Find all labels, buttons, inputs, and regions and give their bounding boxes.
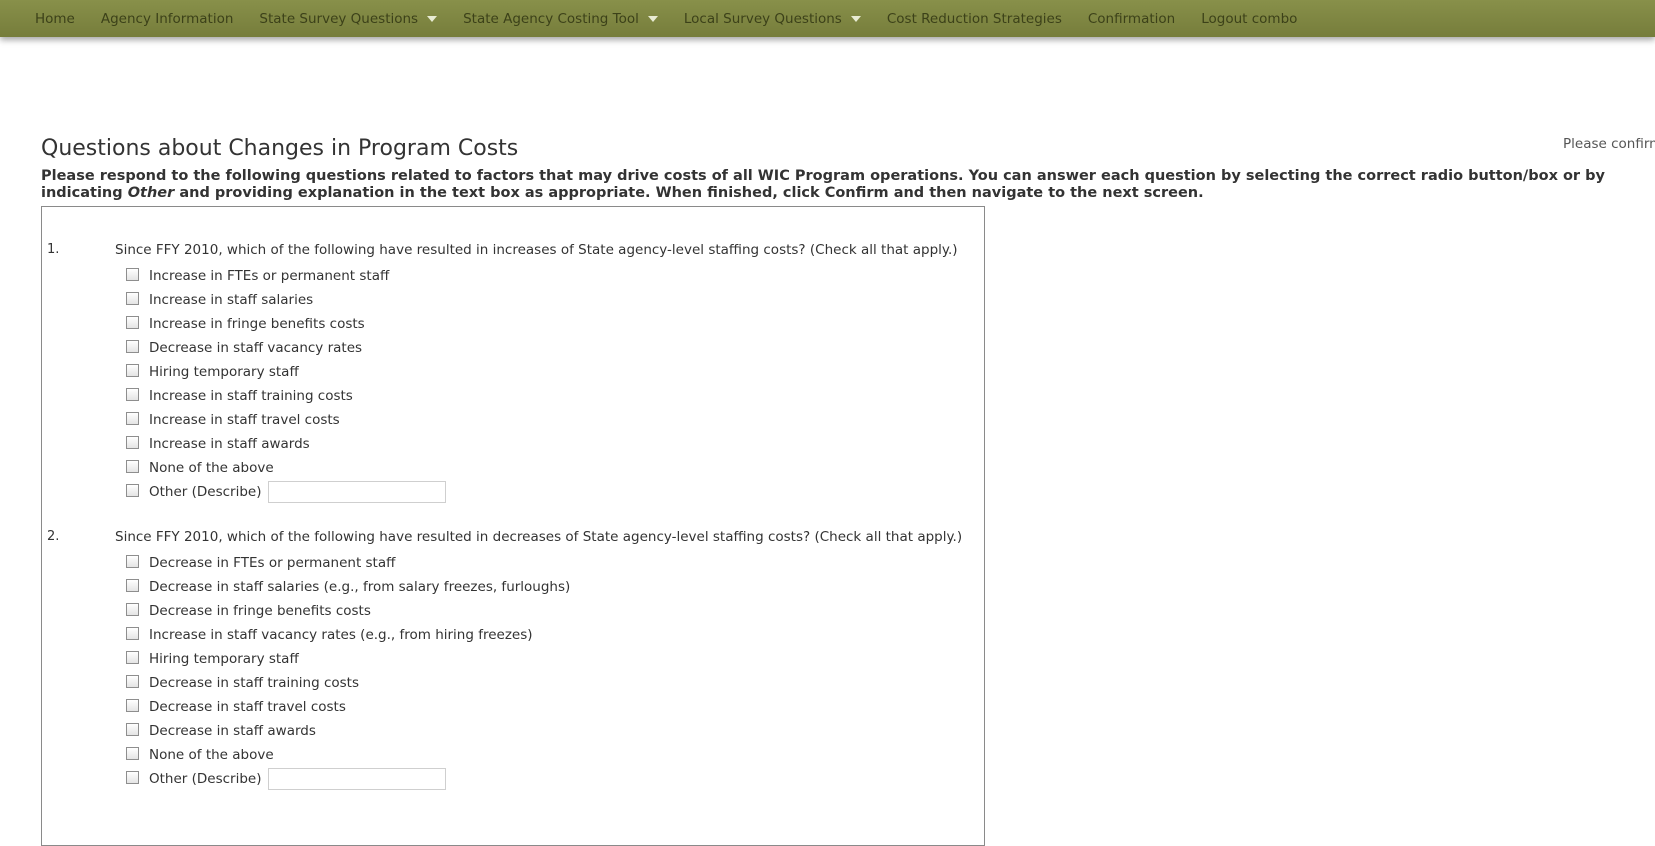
- option-checkbox[interactable]: [126, 268, 139, 281]
- dropdown-caret-icon[interactable]: [647, 15, 658, 22]
- answer-option-other: Other (Describe): [126, 481, 446, 508]
- other-label: Other (Describe): [149, 771, 262, 787]
- answer-option: Increase in staff awards: [126, 436, 446, 460]
- option-checkbox[interactable]: [126, 747, 139, 760]
- nav-item-cost-reduction-strategies[interactable]: Cost Reduction Strategies: [874, 11, 1075, 27]
- nav-item-local-survey-questions[interactable]: Local Survey Questions: [671, 11, 874, 27]
- answer-option: Increase in staff salaries: [126, 292, 446, 316]
- option-checkbox[interactable]: [126, 292, 139, 305]
- option-label: None of the above: [149, 747, 274, 763]
- option-label: Increase in staff travel costs: [149, 412, 340, 428]
- option-label: Hiring temporary staff: [149, 364, 299, 380]
- confirm-note: Please confirm: [1563, 136, 1655, 152]
- option-checkbox[interactable]: [126, 603, 139, 616]
- other-describe-input[interactable]: [267, 768, 446, 790]
- nav-menu: Home Agency Information State Survey Quest…: [0, 0, 1655, 37]
- instructions-part-2: and providing explanation in the text bo…: [179, 185, 1204, 201]
- option-checkbox[interactable]: [126, 460, 139, 473]
- answer-option: Increase in staff travel costs: [126, 412, 446, 436]
- page-title: Questions about Changes in Program Costs: [41, 136, 519, 161]
- option-checkbox[interactable]: [126, 723, 139, 736]
- nav-item-label: Confirmation: [1087, 10, 1176, 27]
- nav-item-label: Logout combo: [1201, 10, 1298, 27]
- option-label: Increase in staff training costs: [149, 388, 353, 404]
- option-label: Decrease in staff travel costs: [149, 699, 346, 715]
- option-checkbox[interactable]: [126, 340, 139, 353]
- question-text: Since FFY 2010, which of the following h…: [115, 529, 963, 545]
- nav-item-label: State Survey Questions: [259, 10, 419, 27]
- option-label: Decrease in staff awards: [149, 723, 316, 739]
- other-checkbox[interactable]: [126, 771, 139, 784]
- option-label: Increase in staff awards: [149, 436, 310, 452]
- option-label: Decrease in staff vacancy rates: [149, 340, 363, 356]
- answer-option: Hiring temporary staff: [126, 651, 570, 675]
- option-label: Decrease in staff salaries (e.g., from s…: [149, 579, 571, 595]
- option-checkbox[interactable]: [126, 651, 139, 664]
- option-label: Increase in fringe benefits costs: [149, 316, 365, 332]
- dropdown-caret-icon[interactable]: [427, 15, 438, 22]
- option-checkbox[interactable]: [126, 699, 139, 712]
- answer-option: Decrease in staff salaries (e.g., from s…: [126, 579, 570, 603]
- option-label: Hiring temporary staff: [149, 651, 299, 667]
- answer-option: Decrease in staff vacancy rates: [126, 340, 446, 364]
- option-label: Decrease in fringe benefits costs: [149, 603, 371, 619]
- answer-option: Increase in FTEs or permanent staff: [126, 268, 446, 292]
- answer-option: Decrease in fringe benefits costs: [126, 603, 570, 627]
- option-label: Increase in FTEs or permanent staff: [149, 268, 390, 284]
- answer-option: Decrease in FTEs or permanent staff: [126, 555, 570, 579]
- top-nav-bar: Home Agency Information State Survey Quest…: [0, 0, 1655, 37]
- dropdown-caret-icon[interactable]: [850, 15, 861, 22]
- nav-item-label: Home: [35, 10, 75, 27]
- option-checkbox[interactable]: [126, 316, 139, 329]
- questions-panel: 1. Since FFY 2010, which of the followin…: [41, 206, 985, 846]
- option-checkbox[interactable]: [126, 627, 139, 640]
- nav-item-label: Local Survey Questions: [683, 10, 842, 27]
- answer-option-other: Other (Describe): [126, 768, 570, 795]
- option-checkbox[interactable]: [126, 675, 139, 688]
- nav-item-label: Agency Information: [100, 10, 234, 27]
- answer-option: Decrease in staff awards: [126, 723, 570, 747]
- option-label: Decrease in FTEs or permanent staff: [149, 555, 396, 571]
- other-label: Other (Describe): [149, 484, 262, 500]
- option-label: None of the above: [149, 460, 274, 476]
- nav-item-agency-information[interactable]: Agency Information: [88, 11, 247, 27]
- answer-option: Increase in staff training costs: [126, 388, 446, 412]
- nav-item-label: Cost Reduction Strategies: [886, 10, 1062, 27]
- question-number: 2.: [47, 529, 60, 544]
- other-checkbox[interactable]: [126, 484, 139, 497]
- nav-item-home[interactable]: Home: [22, 11, 88, 27]
- option-label: Decrease in staff training costs: [149, 675, 360, 691]
- answer-options: Decrease in FTEs or permanent staff Decre…: [126, 555, 570, 795]
- option-checkbox[interactable]: [126, 412, 139, 425]
- answer-option: Decrease in staff training costs: [126, 675, 570, 699]
- other-describe-input[interactable]: [267, 481, 446, 503]
- nav-item-state-survey-questions[interactable]: State Survey Questions: [246, 11, 450, 27]
- answer-options: Increase in FTEs or permanent staff Incre…: [126, 268, 446, 508]
- question-text: Since FFY 2010, which of the following h…: [115, 242, 958, 258]
- nav-item-logout-combo[interactable]: Logout combo: [1188, 11, 1310, 27]
- answer-option: Increase in staff vacancy rates (e.g., f…: [126, 627, 570, 651]
- option-checkbox[interactable]: [126, 388, 139, 401]
- answer-option: Decrease in staff travel costs: [126, 699, 570, 723]
- option-label: Increase in staff vacancy rates (e.g., f…: [149, 627, 533, 643]
- nav-item-confirmation[interactable]: Confirmation: [1075, 11, 1188, 27]
- option-checkbox[interactable]: [126, 364, 139, 377]
- nav-item-state-agency-costing-tool[interactable]: State Agency Costing Tool: [450, 11, 671, 27]
- option-checkbox[interactable]: [126, 555, 139, 568]
- option-checkbox[interactable]: [126, 436, 139, 449]
- instructions-text: Please respond to the following question…: [41, 168, 1641, 202]
- instructions-other-word: Other: [127, 185, 175, 201]
- answer-option: Hiring temporary staff: [126, 364, 446, 388]
- option-label: Increase in staff salaries: [149, 292, 314, 308]
- answer-option: Increase in fringe benefits costs: [126, 316, 446, 340]
- option-checkbox[interactable]: [126, 579, 139, 592]
- nav-item-label: State Agency Costing Tool: [463, 10, 639, 27]
- question-number: 1.: [47, 242, 60, 257]
